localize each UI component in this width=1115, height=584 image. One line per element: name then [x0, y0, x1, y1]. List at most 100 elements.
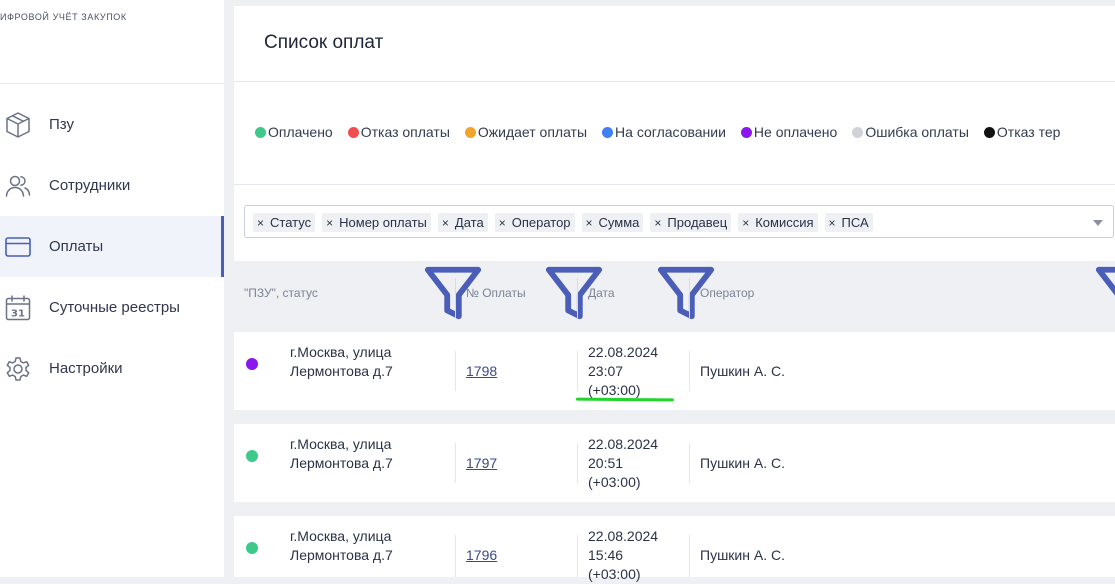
chip-remove-icon[interactable]: × [586, 216, 593, 230]
date-value: 22.08.2024 [588, 344, 659, 360]
timezone-value: (+03:00) [588, 474, 641, 490]
legend-dot [347, 126, 359, 138]
legend-label: На согласовании [615, 124, 726, 140]
address-cell: г.Москва, улица Лермонтова д.7 [290, 435, 393, 473]
sidebar-item-daily-registers[interactable]: 31 Суточные реестры [0, 277, 224, 338]
brand-title: ИФРОВОЙ УЧЁТ ЗАКУПОК [0, 12, 127, 22]
column-divider [689, 278, 690, 318]
chip-remove-icon[interactable]: × [654, 216, 661, 230]
cell-divider [577, 351, 578, 391]
chip-payment-number: × Номер оплаты [322, 213, 431, 232]
chip-date: × Дата [437, 213, 488, 232]
address-line: г.Москва, улица [290, 436, 392, 452]
payment-number-cell: 1796 [466, 546, 497, 565]
legend-item-approval: На согласовании [602, 124, 726, 140]
page-title: Список оплат [264, 32, 384, 53]
sidebar-nav: Пзу Сотрудники Оплаты 31 Суточные реестр… [0, 94, 224, 399]
card-icon [5, 236, 31, 257]
cell-divider [689, 443, 690, 483]
date-value: 22.08.2024 [588, 436, 659, 452]
sidebar-item-settings[interactable]: Настройки [0, 338, 224, 399]
legend-item-not-paid: Не оплачено [740, 124, 837, 140]
address-line: Лермонтова д.7 [290, 455, 393, 471]
calendar-day-number: 31 [11, 308, 25, 319]
sidebar: ИФРОВОЙ УЧЁТ ЗАКУПОК Пзу Сотрудники Опла… [0, 0, 224, 577]
legend-dot [852, 126, 864, 138]
timezone-value: (+03:00) [588, 566, 641, 582]
chip-remove-icon[interactable]: × [257, 216, 264, 230]
sidebar-item-label: Настройки [49, 360, 123, 377]
sidebar-item-label: Сотрудники [49, 177, 131, 194]
status-legend-bar: Оплачено Отказ оплаты Ожидает оплаты На … [234, 82, 1115, 185]
table-row[interactable]: г.Москва, улица Лермонтова д.7 1796 22.0… [234, 516, 1115, 582]
sidebar-item-label: Пзу [49, 116, 74, 133]
payment-number-link[interactable]: 1797 [466, 455, 497, 471]
chip-status: × Статус [253, 213, 316, 232]
chip-psa: × ПСА [824, 213, 873, 232]
address-cell: г.Москва, улица Лермонтова д.7 [290, 527, 393, 565]
cell-divider [689, 351, 690, 391]
brand-divider [0, 83, 224, 84]
chevron-down-icon[interactable] [1093, 220, 1103, 226]
address-line: г.Москва, улица [290, 528, 392, 544]
column-filter-area: × Статус × Номер оплаты × Дата × Оператор × С… [234, 185, 1115, 261]
status-legend: Оплачено Отказ оплаты Ожидает оплаты На … [255, 124, 1075, 140]
legend-dot [983, 126, 995, 138]
sidebar-item-payments[interactable]: Оплаты [0, 216, 224, 277]
filter-icon[interactable] [1093, 262, 1115, 324]
column-divider [455, 278, 456, 318]
status-dot [246, 358, 258, 370]
column-header-label: № Оплаты [466, 286, 526, 300]
payment-number-link[interactable]: 1796 [466, 547, 497, 563]
time-value: 20:51 [588, 455, 624, 471]
legend-label: Ожидает оплаты [477, 124, 588, 140]
column-select[interactable]: × Статус × Номер оплаты × Дата × Оператор × С… [244, 205, 1114, 238]
table-row[interactable]: г.Москва, улица Лермонтова д.7 1798 22.0… [234, 332, 1115, 410]
legend-item-paid: Оплачено [255, 124, 333, 140]
table-row[interactable]: г.Москва, улица Лермонтова д.7 1797 22.0… [234, 424, 1115, 502]
main-content: Список оплат Оплачено Отказ оплаты Ожида… [234, 0, 1115, 582]
payment-number-cell: 1798 [466, 362, 497, 381]
sidebar-item-pzu[interactable]: Пзу [0, 94, 224, 155]
payment-number-link[interactable]: 1798 [466, 363, 497, 379]
table-header: "ПЗУ", статус № Оплаты Дата Оператор [234, 262, 1115, 324]
legend-label: Ошибка оплаты [865, 124, 969, 140]
cell-divider [689, 535, 690, 577]
status-dot [246, 450, 258, 462]
cell-divider [577, 535, 578, 577]
legend-dot [602, 126, 614, 138]
legend-dot [740, 126, 752, 138]
chip-remove-icon[interactable]: × [326, 216, 333, 230]
chip-commission: × Комиссия [738, 213, 818, 232]
cell-divider [577, 443, 578, 483]
operator-cell: Пушкин А. С. [700, 455, 785, 471]
page-header: Список оплат [234, 6, 1115, 82]
chip-remove-icon[interactable]: × [499, 216, 506, 230]
legend-label: Отказ тер [996, 124, 1061, 140]
legend-dot [255, 126, 266, 138]
chip-remove-icon[interactable]: × [442, 216, 449, 230]
time-value: 15:46 [588, 547, 624, 563]
legend-item-declined: Отказ оплаты [347, 124, 450, 140]
column-header-label: Оператор [700, 286, 755, 300]
date-value: 22.08.2024 [588, 528, 659, 544]
date-cell: 22.08.2024 15:46 (+03:00) [588, 527, 658, 584]
chip-remove-icon[interactable]: × [829, 216, 836, 230]
column-header-label: Дата [588, 286, 615, 300]
chip-label: Статус [270, 215, 312, 230]
legend-item-pending: Ожидает оплаты [464, 124, 588, 140]
chip-seller: × Продавец [650, 213, 732, 232]
column-header-operator: Оператор [700, 262, 754, 324]
column-header-label: "ПЗУ", статус [244, 286, 318, 300]
chip-label: Оператор [511, 215, 571, 230]
sidebar-item-employees[interactable]: Сотрудники [0, 155, 224, 216]
operator-cell: Пушкин А. С. [700, 363, 785, 379]
chip-remove-icon[interactable]: × [742, 216, 749, 230]
payment-number-cell: 1797 [466, 454, 497, 473]
cell-divider [455, 351, 456, 391]
chip-label: Комиссия [755, 215, 814, 230]
legend-item-terminal-declined: Отказ тер [983, 124, 1061, 140]
column-divider [577, 278, 578, 318]
box-icon [6, 111, 30, 138]
operator-cell: Пушкин А. С. [700, 547, 785, 563]
